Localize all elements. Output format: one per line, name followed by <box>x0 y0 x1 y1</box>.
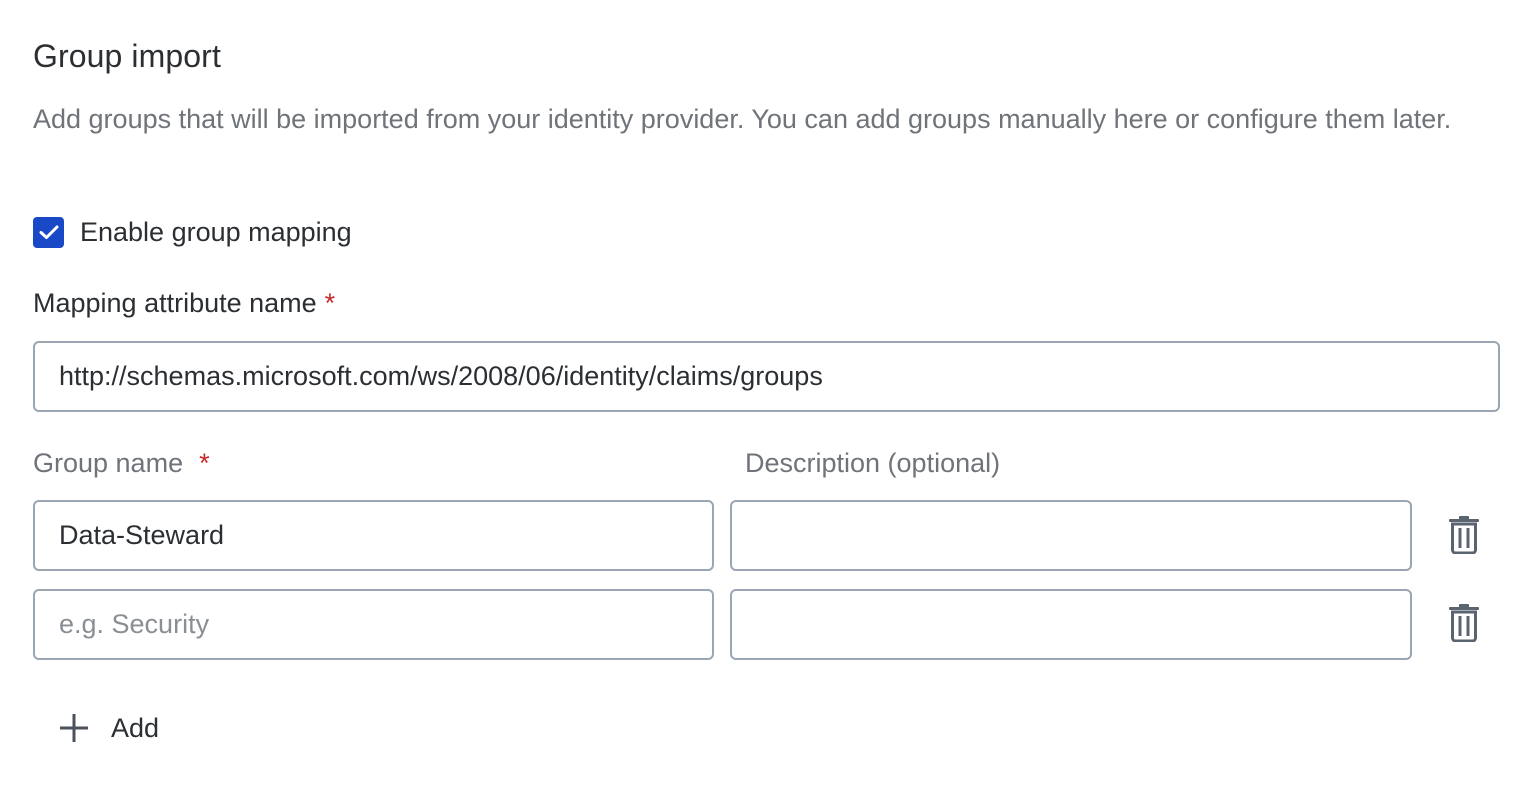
enable-group-mapping-checkbox[interactable]: Enable group mapping <box>33 214 352 250</box>
group-name-header: Group name * <box>33 445 210 481</box>
mapping-attribute-label: Mapping attribute name * <box>33 285 335 321</box>
description-header: Description (optional) <box>745 448 1001 478</box>
mapping-attribute-input[interactable] <box>33 341 1500 412</box>
trash-icon <box>1449 604 1479 642</box>
section-description: Add groups that will be imported from yo… <box>33 104 1452 134</box>
section-title: Group import <box>33 38 221 74</box>
delete-group-button[interactable] <box>1447 515 1481 555</box>
group-import-section: Group import Add groups that will be imp… <box>33 0 1500 794</box>
group-description-input[interactable] <box>730 500 1412 571</box>
group-name-header-text: Group name <box>33 448 184 478</box>
plus-icon <box>59 713 89 743</box>
check-icon <box>39 225 58 239</box>
add-group-button[interactable]: Add <box>59 704 159 752</box>
required-mark: * <box>199 448 210 478</box>
required-mark: * <box>324 288 336 318</box>
group-description-input[interactable] <box>730 589 1412 660</box>
add-group-label: Add <box>111 712 160 743</box>
group-name-input[interactable] <box>33 500 714 571</box>
trash-icon <box>1449 516 1479 554</box>
group-name-input[interactable] <box>33 589 714 660</box>
enable-group-mapping-label: Enable group mapping <box>80 217 352 247</box>
mapping-attribute-label-text: Mapping attribute name <box>33 288 317 318</box>
delete-group-button[interactable] <box>1447 603 1481 643</box>
checkbox-checked-box[interactable] <box>33 216 64 248</box>
